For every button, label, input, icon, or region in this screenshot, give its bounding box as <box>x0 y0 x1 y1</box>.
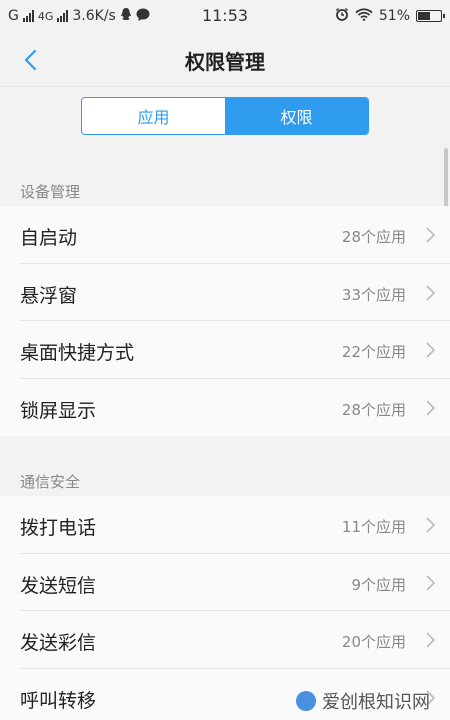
battery-fill <box>418 12 431 20</box>
item-count: 20个应用 <box>341 633 406 651</box>
chevron-right-icon <box>424 341 436 359</box>
battery-percent: 51% <box>378 8 410 24</box>
item-count: 22个应用 <box>341 343 406 361</box>
chevron-right-icon <box>424 399 436 417</box>
item-count: 33个应用 <box>341 285 406 304</box>
item-count: 28个应用 <box>341 228 406 246</box>
segmented-control: 应用 权限 <box>81 97 369 135</box>
chevron-right-icon <box>424 631 436 649</box>
section-header-device: 设备管理 <box>20 183 81 201</box>
list-item[interactable]: 自启动 28个应用 <box>20 206 450 264</box>
list-item[interactable]: 发送短信 9个应用 <box>20 554 450 611</box>
chevron-right-icon <box>424 284 436 302</box>
list-item[interactable]: 拨打电话 11个应用 <box>20 496 450 554</box>
item-label: 锁屏显示 <box>20 399 97 422</box>
item-label: 发送短信 <box>20 574 97 597</box>
page-title: 权限管理 <box>185 50 265 74</box>
section-header-communication: 通信安全 <box>20 473 81 491</box>
status-right: 51% <box>335 7 445 25</box>
item-count: 11个应用 <box>341 518 406 536</box>
watermark-text: 爱创根知识网 <box>322 692 430 713</box>
list-item[interactable]: 桌面快捷方式 22个应用 <box>20 321 450 379</box>
watermark: 爱创根知识网 <box>296 688 430 714</box>
chevron-right-icon <box>424 226 436 244</box>
item-label: 呼叫转移 <box>20 689 97 712</box>
list-item[interactable]: 锁屏显示 28个应用 <box>20 379 450 437</box>
tab-permissions[interactable]: 权限 <box>225 98 368 134</box>
watermark-logo-icon <box>296 691 316 711</box>
list-item[interactable]: 悬浮窗 33个应用 <box>20 264 450 321</box>
alarm-icon <box>335 7 349 25</box>
communication-security-list: 拨打电话 11个应用 发送短信 9个应用 发送彩信 20个应用 呼叫转移 <box>0 496 450 720</box>
item-label: 悬浮窗 <box>20 284 78 307</box>
item-label: 自启动 <box>20 227 78 249</box>
battery-icon <box>416 10 445 22</box>
item-count: 9个应用 <box>351 575 406 594</box>
tab-apps[interactable]: 应用 <box>82 98 225 134</box>
item-label: 发送彩信 <box>20 632 97 654</box>
item-count: 28个应用 <box>341 400 406 419</box>
wifi-icon <box>355 7 373 25</box>
title-bar: 权限管理 <box>0 32 450 87</box>
chevron-right-icon <box>424 574 436 592</box>
item-label: 桌面快捷方式 <box>20 342 135 364</box>
status-bar: G 4G 3.6K/s 11:53 51% <box>0 0 450 32</box>
device-management-list: 自启动 28个应用 悬浮窗 33个应用 桌面快捷方式 22个应用 锁屏显示 28… <box>0 206 450 436</box>
chevron-right-icon <box>424 516 436 534</box>
list-item[interactable]: 发送彩信 20个应用 <box>20 611 450 669</box>
item-label: 拨打电话 <box>20 517 97 539</box>
